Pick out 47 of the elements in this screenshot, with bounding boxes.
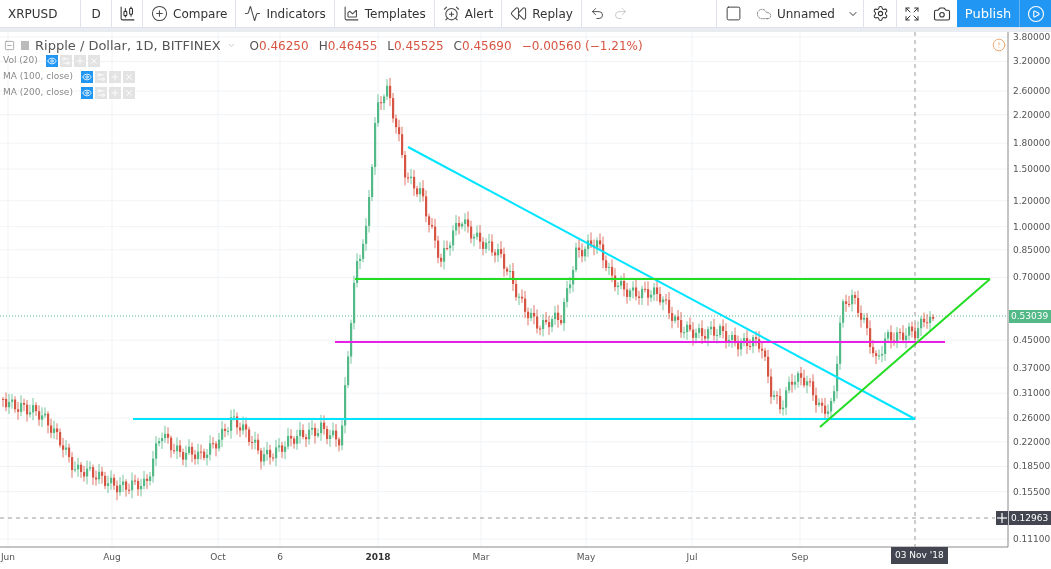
price-label: 3.80000 <box>1013 32 1051 42</box>
indicator-label: MA (100, close) <box>3 69 73 83</box>
price-label: 0.70000 <box>1013 272 1051 283</box>
price-label: 1.50000 <box>1013 164 1051 175</box>
time-label: Jul <box>686 551 698 564</box>
layout-dropdown[interactable]: Unnamed <box>750 0 863 27</box>
price-label: 1.80000 <box>1013 138 1051 149</box>
time-label: May <box>576 551 596 564</box>
ohlc-value: O0.46250 <box>249 37 309 55</box>
time-label: Aug <box>103 551 121 564</box>
price-label: 1.20000 <box>1013 195 1051 206</box>
toolbar-button[interactable]: Indicators <box>236 0 334 27</box>
price-label: 0.18500 <box>1013 461 1051 472</box>
toolbar-button[interactable]: Replay <box>502 0 581 27</box>
time-label: Mar <box>472 551 490 564</box>
price-label: 0.15500 <box>1013 486 1051 497</box>
toolbar-button[interactable]: Alert <box>434 0 502 27</box>
time-label: Oct <box>210 551 226 564</box>
time-label: 2018 <box>365 551 391 564</box>
price-label: 2.60000 <box>1013 85 1051 96</box>
time-label: Jun <box>0 551 16 564</box>
indicator-label: MA (200, close) <box>3 85 73 99</box>
time-label: Sep <box>791 551 809 564</box>
crosshair-price-label: 0.12963 <box>1009 511 1051 525</box>
symbol-button[interactable]: XRPUSD <box>0 0 80 27</box>
price-label: 0.11100 <box>1013 534 1051 545</box>
indicator-label: Vol (20) <box>3 53 38 67</box>
toolbar-button[interactable]: Compare <box>143 0 236 27</box>
interval-button[interactable]: D <box>81 0 111 27</box>
price-label: 2.20000 <box>1013 109 1051 120</box>
toolbar-button[interactable]: Templates <box>334 0 434 27</box>
crosshair-date-label: 03 Nov '18 <box>891 547 948 564</box>
time-label: 6 <box>277 551 283 564</box>
ohlc-value: C0.45690 <box>453 37 512 55</box>
price-label: 0.85000 <box>1013 244 1051 255</box>
price-label: 1.00000 <box>1013 221 1051 232</box>
legend-title: Ripple / Dollar, 1D, BITFINEX <box>35 37 221 55</box>
ohlc-value: L0.45525 <box>387 37 444 55</box>
last-price-label: 0.53039 <box>1009 310 1051 323</box>
price-label: 0.37000 <box>1013 362 1051 373</box>
price-label: 0.26000 <box>1013 413 1051 424</box>
price-label: 3.20000 <box>1013 56 1051 67</box>
price-change: −0.00560 (−1.21%) <box>521 37 643 55</box>
price-label: 0.45000 <box>1013 335 1051 346</box>
ohlc-value: H0.46455 <box>318 37 378 55</box>
price-label: 0.22000 <box>1013 436 1051 447</box>
price-label: 0.31000 <box>1013 388 1051 399</box>
